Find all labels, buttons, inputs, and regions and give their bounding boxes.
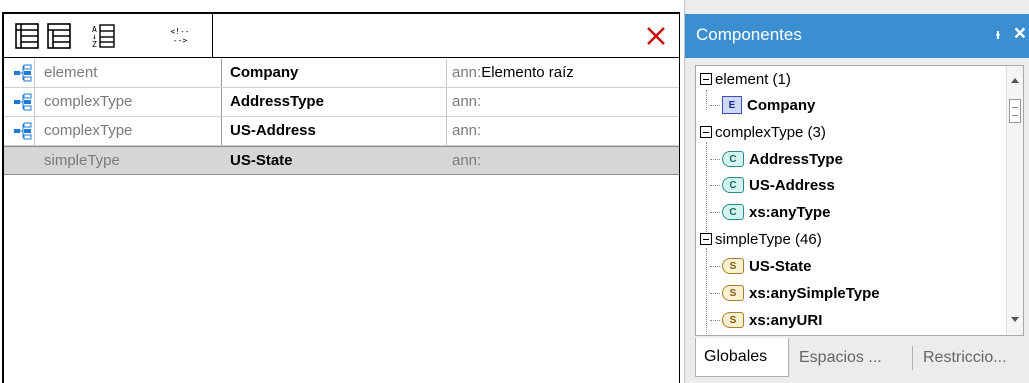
vertical-scrollbar[interactable] xyxy=(1006,66,1023,335)
schema-toolbar: A ↓ Z <!-- --> xyxy=(4,14,679,58)
simple-type-icon: S xyxy=(722,285,744,301)
collapse-icon[interactable] xyxy=(700,73,712,85)
component-name[interactable]: Company xyxy=(230,64,298,81)
component-annotation[interactable]: ann: xyxy=(452,152,481,169)
scroll-down-icon[interactable] xyxy=(1011,317,1019,322)
tree-item[interactable]: C xs:anyType xyxy=(710,199,830,225)
complex-type-icon: C xyxy=(722,151,744,167)
table-row[interactable]: complexType AddressType ann: xyxy=(4,88,679,117)
schema-overview-pane: A ↓ Z <!-- --> element Company ann:Eleme… xyxy=(0,0,684,383)
table-row[interactable]: complexType US-Address ann: xyxy=(4,117,679,146)
global-component-icon[interactable] xyxy=(14,122,32,140)
tree-group-simpletype[interactable]: simpleType (46) xyxy=(700,226,822,252)
tree-connector xyxy=(706,90,707,110)
schema-components-grid: element Company ann:Elemento raíz comple… xyxy=(4,59,679,175)
tab-espacios[interactable]: Espacios ... xyxy=(791,338,909,377)
scroll-thumb[interactable] xyxy=(1009,99,1021,123)
component-annotation[interactable]: ann:Elemento raíz xyxy=(452,64,574,81)
tree-item[interactable]: S xs:anyURI xyxy=(710,307,822,333)
panel-title: Componentes xyxy=(696,25,802,44)
close-x-icon[interactable] xyxy=(643,23,669,49)
complex-type-icon: C xyxy=(722,204,744,220)
tree-item[interactable]: C US-Address xyxy=(710,172,835,198)
tab-restricciones[interactable]: Restriccio... xyxy=(915,338,1029,377)
collapse-icon[interactable] xyxy=(700,233,712,245)
component-kind: complexType xyxy=(44,122,133,139)
component-name[interactable]: US-Address xyxy=(230,122,316,139)
component-kind: complexType xyxy=(44,93,133,110)
element-icon: E xyxy=(722,96,742,114)
table-row[interactable]: element Company ann:Elemento raíz xyxy=(4,59,679,88)
svg-text:Z: Z xyxy=(92,40,97,49)
tree-item[interactable]: S US-State xyxy=(710,253,812,279)
components-tabs: Globales Espacios ... Restriccio... xyxy=(695,338,1029,378)
scroll-up-icon[interactable] xyxy=(1011,78,1019,83)
close-icon[interactable]: × xyxy=(1014,22,1026,46)
simple-type-icon: S xyxy=(722,312,744,328)
tree-item[interactable]: S xs:anySimpleType xyxy=(710,280,880,306)
tree-group-complextype[interactable]: complexType (3) xyxy=(700,119,826,145)
components-tree: element (1) E Company complexType (3) C … xyxy=(695,65,1024,336)
sort-az-icon[interactable]: A ↓ Z xyxy=(90,22,116,50)
tree-item[interactable]: C AddressType xyxy=(710,146,843,172)
tree-connector xyxy=(706,248,707,335)
component-kind: element xyxy=(44,64,98,81)
tree-group-element[interactable]: element (1) xyxy=(700,66,791,92)
global-component-icon[interactable] xyxy=(14,93,32,111)
component-name[interactable]: US-State xyxy=(230,152,293,169)
table-row-selected[interactable]: simpleType US-State ann: xyxy=(4,146,679,175)
components-panel: Componentes ᵻ × element (1) E Company co… xyxy=(684,0,1029,383)
toolbar-separator xyxy=(212,14,213,58)
complex-type-icon: C xyxy=(722,177,744,193)
pin-icon[interactable]: ᵻ xyxy=(996,26,1000,43)
tree-item[interactable]: E Company xyxy=(710,92,815,118)
component-name[interactable]: AddressType xyxy=(230,93,324,110)
expand-all-icon[interactable] xyxy=(14,22,40,50)
simple-type-icon: S xyxy=(722,258,744,274)
collapse-icon[interactable] xyxy=(700,126,712,138)
component-annotation[interactable]: ann: xyxy=(452,93,481,110)
collapse-all-icon[interactable] xyxy=(46,22,72,50)
component-annotation[interactable]: ann: xyxy=(452,122,481,139)
component-kind: simpleType xyxy=(44,152,120,169)
global-component-icon[interactable] xyxy=(14,64,32,82)
components-panel-header: Componentes ᵻ × xyxy=(685,14,1029,58)
comment-icon[interactable]: <!-- --> xyxy=(162,22,198,50)
tab-globales[interactable]: Globales xyxy=(695,338,789,377)
